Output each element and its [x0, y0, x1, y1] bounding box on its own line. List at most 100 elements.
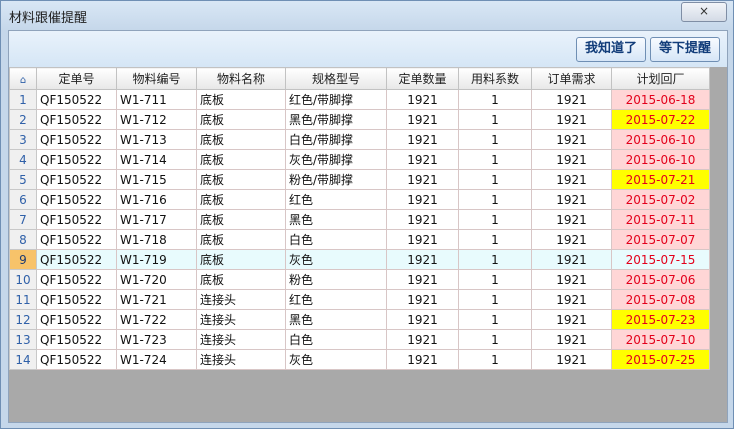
cell-code[interactable]: W1-722 [116, 309, 197, 330]
col-header-order[interactable]: 定单号 [36, 67, 117, 90]
cell-demand[interactable]: 1921 [531, 129, 612, 150]
cell-name[interactable]: 连接头 [196, 309, 286, 330]
cell-demand[interactable]: 1921 [531, 309, 612, 330]
cell-order[interactable]: QF150522 [36, 149, 117, 170]
row-number[interactable]: 2 [9, 109, 37, 130]
remind-later-button[interactable]: 等下提醒 [650, 37, 720, 62]
cell-date[interactable]: 2015-07-06 [611, 269, 710, 290]
cell-name[interactable]: 底板 [196, 269, 286, 290]
row-number[interactable]: 3 [9, 129, 37, 150]
corner-cell[interactable]: ⌂ [9, 67, 37, 90]
cell-order[interactable]: QF150522 [36, 109, 117, 130]
cell-name[interactable]: 底板 [196, 229, 286, 250]
cell-code[interactable]: W1-712 [116, 109, 197, 130]
cell-coef[interactable]: 1 [458, 229, 532, 250]
cell-name[interactable]: 连接头 [196, 289, 286, 310]
cell-spec[interactable]: 灰色 [285, 349, 387, 370]
cell-spec[interactable]: 白色/带脚撑 [285, 129, 387, 150]
cell-order[interactable]: QF150522 [36, 269, 117, 290]
row-number[interactable]: 11 [9, 289, 37, 310]
cell-code[interactable]: W1-721 [116, 289, 197, 310]
cell-spec[interactable]: 粉色 [285, 269, 387, 290]
table-row[interactable]: 8 QF150522 W1-718 底板 白色 1921 1 1921 2015-07-07 [9, 229, 710, 250]
cell-name[interactable]: 底板 [196, 109, 286, 130]
col-header-date[interactable]: 计划回厂 [611, 67, 710, 90]
cell-date[interactable]: 2015-07-07 [611, 229, 710, 250]
row-number[interactable]: 9 [9, 249, 37, 270]
cell-spec[interactable]: 黑色 [285, 309, 387, 330]
cell-spec[interactable]: 灰色/带脚撑 [285, 149, 387, 170]
cell-demand[interactable]: 1921 [531, 249, 612, 270]
cell-demand[interactable]: 1921 [531, 289, 612, 310]
table-row[interactable]: 11 QF150522 W1-721 连接头 红色 1921 1 1921 2015-07-08 [9, 289, 710, 310]
cell-coef[interactable]: 1 [458, 269, 532, 290]
cell-coef[interactable]: 1 [458, 109, 532, 130]
cell-order[interactable]: QF150522 [36, 169, 117, 190]
cell-date[interactable]: 2015-07-02 [611, 189, 710, 210]
cell-code[interactable]: W1-711 [116, 89, 197, 110]
cell-date[interactable]: 2015-07-25 [611, 349, 710, 370]
cell-order[interactable]: QF150522 [36, 329, 117, 350]
cell-code[interactable]: W1-723 [116, 329, 197, 350]
cell-demand[interactable]: 1921 [531, 349, 612, 370]
cell-order[interactable]: QF150522 [36, 89, 117, 110]
cell-qty[interactable]: 1921 [386, 329, 459, 350]
cell-date[interactable]: 2015-06-18 [611, 89, 710, 110]
cell-coef[interactable]: 1 [458, 89, 532, 110]
title-bar[interactable]: 材料跟催提醒 × [1, 1, 733, 29]
cell-spec[interactable]: 白色 [285, 229, 387, 250]
table-row[interactable]: 2 QF150522 W1-712 底板 黑色/带脚撑 1921 1 1921 2015-07-… [9, 109, 710, 130]
row-number[interactable]: 5 [9, 169, 37, 190]
col-header-coef[interactable]: 用料系数 [458, 67, 532, 90]
cell-spec[interactable]: 红色/带脚撑 [285, 89, 387, 110]
cell-coef[interactable]: 1 [458, 129, 532, 150]
cell-coef[interactable]: 1 [458, 289, 532, 310]
cell-spec[interactable]: 黑色 [285, 209, 387, 230]
cell-demand[interactable]: 1921 [531, 209, 612, 230]
table-row[interactable]: 1 QF150522 W1-711 底板 红色/带脚撑 1921 1 1921 2015-06-… [9, 89, 710, 110]
cell-coef[interactable]: 1 [458, 169, 532, 190]
cell-date[interactable]: 2015-07-15 [611, 249, 710, 270]
close-button[interactable]: × [681, 2, 727, 22]
table-row[interactable]: 12 QF150522 W1-722 连接头 黑色 1921 1 1921 2015-07-23 [9, 309, 710, 330]
cell-date[interactable]: 2015-07-08 [611, 289, 710, 310]
table-row[interactable]: 9 QF150522 W1-719 底板 灰色 1921 1 1921 2015-07-15 [9, 249, 710, 270]
cell-coef[interactable]: 1 [458, 249, 532, 270]
cell-demand[interactable]: 1921 [531, 169, 612, 190]
cell-qty[interactable]: 1921 [386, 189, 459, 210]
cell-coef[interactable]: 1 [458, 329, 532, 350]
cell-code[interactable]: W1-713 [116, 129, 197, 150]
cell-code[interactable]: W1-716 [116, 189, 197, 210]
row-number[interactable]: 12 [9, 309, 37, 330]
cell-demand[interactable]: 1921 [531, 189, 612, 210]
table-row[interactable]: 6 QF150522 W1-716 底板 红色 1921 1 1921 2015-07-02 [9, 189, 710, 210]
table-row[interactable]: 7 QF150522 W1-717 底板 黑色 1921 1 1921 2015-07-11 [9, 209, 710, 230]
cell-date[interactable]: 2015-07-22 [611, 109, 710, 130]
cell-coef[interactable]: 1 [458, 209, 532, 230]
cell-order[interactable]: QF150522 [36, 349, 117, 370]
cell-demand[interactable]: 1921 [531, 229, 612, 250]
row-number[interactable]: 1 [9, 89, 37, 110]
cell-code[interactable]: W1-724 [116, 349, 197, 370]
table-row[interactable]: 13 QF150522 W1-723 连接头 白色 1921 1 1921 2015-07-10 [9, 329, 710, 350]
row-number[interactable]: 14 [9, 349, 37, 370]
cell-coef[interactable]: 1 [458, 309, 532, 330]
cell-name[interactable]: 底板 [196, 189, 286, 210]
cell-order[interactable]: QF150522 [36, 189, 117, 210]
cell-date[interactable]: 2015-07-21 [611, 169, 710, 190]
cell-date[interactable]: 2015-06-10 [611, 129, 710, 150]
cell-code[interactable]: W1-719 [116, 249, 197, 270]
cell-spec[interactable]: 红色 [285, 289, 387, 310]
table-row[interactable]: 10 QF150522 W1-720 底板 粉色 1921 1 1921 2015-07-06 [9, 269, 710, 290]
row-number[interactable]: 7 [9, 209, 37, 230]
col-header-spec[interactable]: 规格型号 [285, 67, 387, 90]
cell-date[interactable]: 2015-06-10 [611, 149, 710, 170]
cell-spec[interactable]: 灰色 [285, 249, 387, 270]
row-number[interactable]: 13 [9, 329, 37, 350]
acknowledge-button[interactable]: 我知道了 [576, 37, 646, 62]
table-row[interactable]: 3 QF150522 W1-713 底板 白色/带脚撑 1921 1 1921 2015-06-… [9, 129, 710, 150]
cell-order[interactable]: QF150522 [36, 209, 117, 230]
cell-name[interactable]: 底板 [196, 149, 286, 170]
cell-code[interactable]: W1-717 [116, 209, 197, 230]
cell-order[interactable]: QF150522 [36, 129, 117, 150]
